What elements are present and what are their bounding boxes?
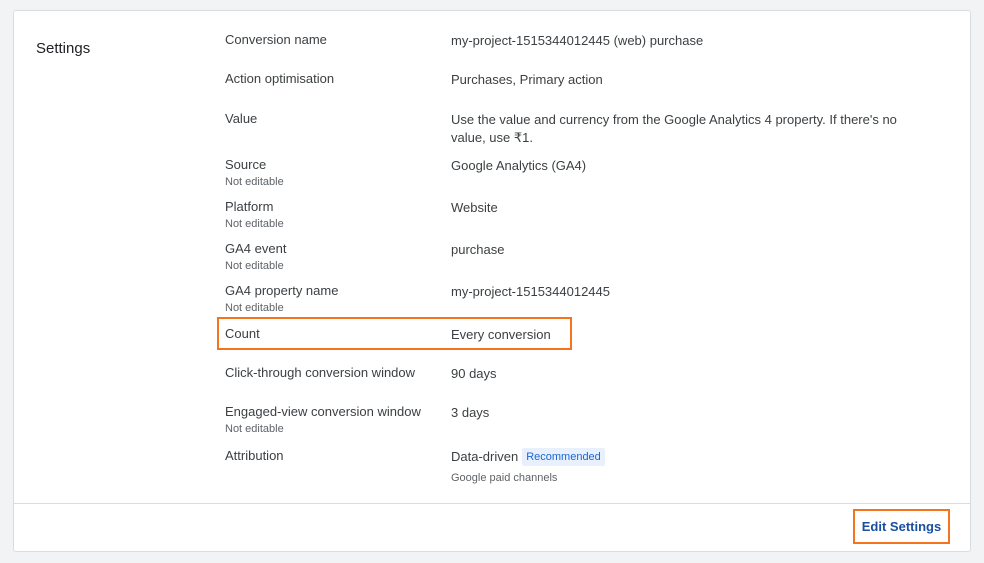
settings-card: Settings Conversion name my-project-1515… <box>13 10 971 552</box>
setting-label: Action optimisation <box>225 71 335 86</box>
setting-label: Click-through conversion window <box>225 365 416 380</box>
attribution-model: Data-driven <box>451 449 519 464</box>
setting-value: purchase <box>451 242 505 257</box>
not-editable-note: Not editable <box>225 176 284 188</box>
edit-settings-button[interactable]: Edit Settings <box>853 509 950 544</box>
setting-value: Use the value and currency from the Goog… <box>451 112 897 145</box>
setting-label: Platform <box>225 199 274 214</box>
setting-label: Engaged-view conversion window <box>225 404 421 419</box>
not-editable-note: Not editable <box>225 260 284 272</box>
setting-value: Purchases, Primary action <box>451 72 603 87</box>
not-editable-note: Not editable <box>225 302 284 314</box>
setting-value: Data-driven Recommended <box>451 448 911 466</box>
setting-label: Conversion name <box>225 32 327 47</box>
count-highlight-box <box>217 317 572 350</box>
not-editable-note: Not editable <box>225 423 284 435</box>
attribution-scope: Google paid channels <box>451 472 558 484</box>
setting-label: GA4 event <box>225 241 287 256</box>
recommended-badge: Recommended <box>522 448 605 466</box>
setting-value: Google Analytics (GA4) <box>451 158 587 173</box>
footer-divider <box>14 503 970 504</box>
section-title: Settings <box>36 40 91 57</box>
setting-value: 3 days <box>451 405 490 420</box>
not-editable-note: Not editable <box>225 218 284 230</box>
setting-value: 90 days <box>451 366 497 381</box>
setting-label: GA4 property name <box>225 283 339 298</box>
setting-value: my-project-1515344012445 <box>451 284 610 299</box>
setting-value: my-project-1515344012445 (web) purchase <box>451 33 704 48</box>
setting-label: Attribution <box>225 448 284 463</box>
setting-label: Value <box>225 111 258 126</box>
setting-label: Source <box>225 157 267 172</box>
setting-value: Website <box>451 200 498 215</box>
